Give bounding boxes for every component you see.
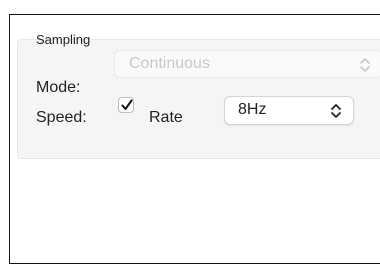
mode-select[interactable]: Continuous bbox=[114, 50, 380, 78]
speed-label: Speed: bbox=[36, 109, 87, 126]
mode-label: Mode: bbox=[36, 79, 81, 96]
checkmark-icon bbox=[121, 99, 133, 110]
mode-select-value: Continuous bbox=[129, 55, 210, 72]
rate-select-value: 8Hz bbox=[238, 101, 267, 118]
sampling-panel-frame: Sampling Mode: Continuous Speed: Rate 8H… bbox=[9, 14, 380, 264]
rate-label: Rate bbox=[149, 109, 183, 126]
sampling-group-title: Sampling bbox=[36, 32, 91, 47]
rate-checkbox[interactable] bbox=[118, 97, 134, 113]
rate-select[interactable]: 8Hz bbox=[224, 96, 354, 125]
chevron-up-down-icon bbox=[330, 103, 342, 119]
chevron-up-down-icon bbox=[359, 57, 371, 73]
